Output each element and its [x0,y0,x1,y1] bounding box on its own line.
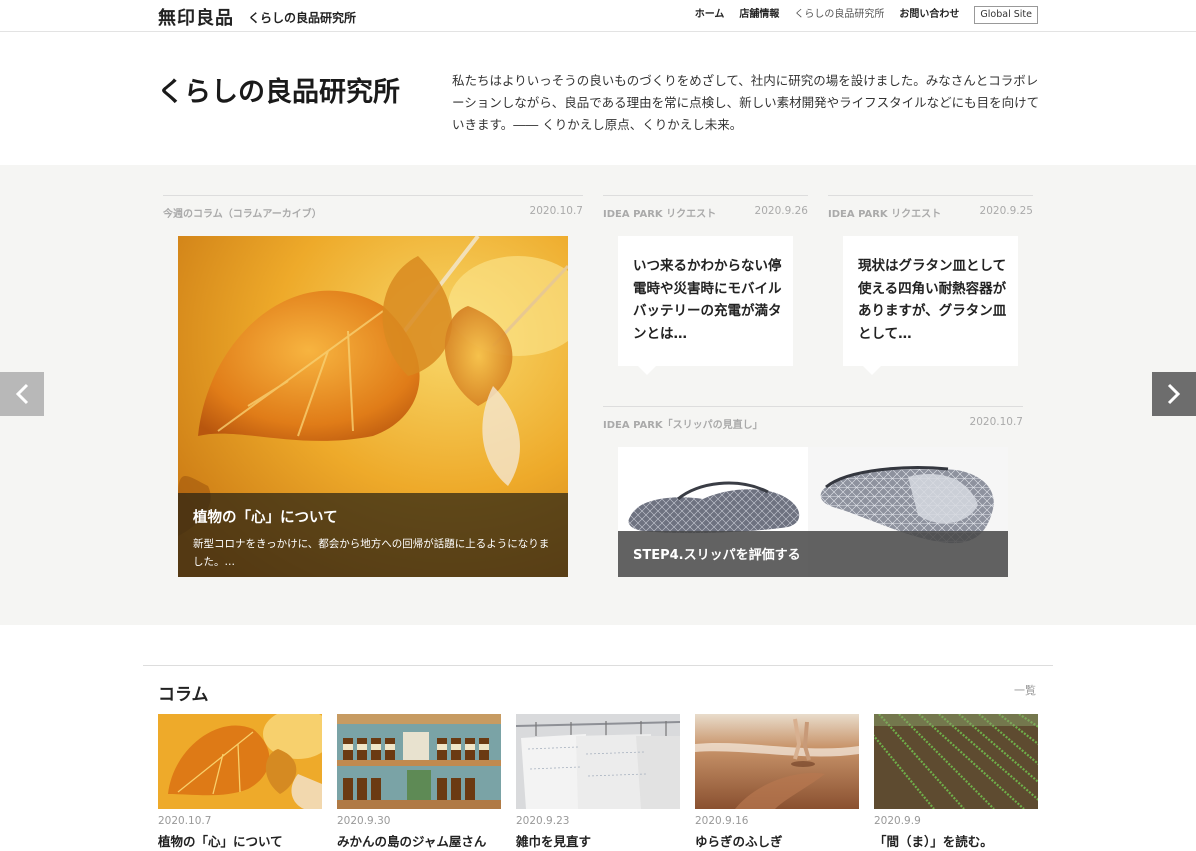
slipper-header: IDEA PARK「スリッパの見直し」 2020.10.7 [603,406,1023,436]
column-thumb-5[interactable] [874,714,1038,809]
featured-column-desc: 新型コロナをきっかけに、都会から地方への回帰が話題に上るようになりました。… [193,538,550,568]
jam-shop-thumbnail [337,714,501,809]
featured-column-card[interactable]: 植物の「心」について 新型コロナをきっかけに、都会から地方への回帰が話題に上るよ… [178,236,568,577]
request-date-2: 2020.9.25 [979,205,1033,217]
featured-column-caption: 植物の「心」について 新型コロナをきっかけに、都会から地方への回帰が話題に上るよ… [178,493,568,577]
carousel-next-button[interactable] [1152,372,1196,416]
muji-logo[interactable]: 無印良品 [158,4,234,30]
column-title-4[interactable]: ゆらぎのふしぎ [695,831,783,850]
site-name[interactable]: くらしの良品研究所 [248,9,356,26]
column-section-title: コラム [158,685,209,705]
request-header-1: IDEA PARK リクエスト 2020.9.26 [603,195,808,225]
column-title-5[interactable]: 「間（ま）」を読む。 [874,831,993,850]
featured-column-title: 植物の「心」について [193,510,338,526]
column-date-5: 2020.9.9 [874,815,921,827]
nav-home[interactable]: ホーム [695,6,725,24]
slipper-date: 2020.10.7 [969,416,1023,428]
column-title-2[interactable]: みかんの島のジャム屋さん [337,831,486,850]
slipper-caption-text: STEP4.スリッパを評価する [633,548,801,563]
column-label[interactable]: 今週のコラム（コラムアーカイブ） [163,205,322,220]
request-label-2[interactable]: IDEA PARK リクエスト [828,205,941,220]
nav-stores[interactable]: 店舗情報 [739,6,779,24]
slipper-caption: STEP4.スリッパを評価する [618,531,1008,577]
carousel-prev-button[interactable] [0,372,44,416]
request-text-2: 現状はグラタン皿として使える四角い耐熱容器がありますが、グラタン皿として… [858,258,1007,342]
chevron-left-icon [0,372,44,416]
global-nav: ホーム 店舗情報 くらしの良品研究所 お問い合わせ Global Site [680,6,1038,24]
request-date-1: 2020.9.26 [754,205,808,217]
beach-thumbnail [695,714,859,809]
cloth-thumbnail [516,714,680,809]
chevron-right-icon [1152,372,1196,416]
request-card-1[interactable]: いつ来るかわからない停電時や災害時にモバイルバッテリーの充電が満タンとは… [618,236,793,375]
column-date: 2020.10.7 [529,205,583,217]
column-date-1: 2020.10.7 [158,815,212,827]
column-list-link[interactable]: 一覧 [1014,682,1036,698]
page-title: くらしの良品研究所 [157,77,400,108]
leaf-thumbnail [158,714,322,809]
slipper-card[interactable]: STEP4.スリッパを評価する [618,447,1008,577]
column-date-2: 2020.9.30 [337,815,391,827]
intro-text: 私たちはよりいっそうの良いものづくりをめざして、社内に研究の場を設けました。みな… [452,73,1040,132]
column-thumb-2[interactable] [337,714,501,809]
column-thumb-1[interactable] [158,714,322,809]
column-title-1[interactable]: 植物の「心」について [158,831,283,850]
slipper-label[interactable]: IDEA PARK「スリッパの見直し」 [603,416,763,431]
top-header: 無印良品 くらしの良品研究所 ホーム 店舗情報 くらしの良品研究所 お問い合わせ… [0,0,1196,32]
global-site-button[interactable]: Global Site [974,6,1038,24]
column-date-4: 2020.9.16 [695,815,749,827]
nav-contact[interactable]: お問い合わせ [899,6,959,24]
rice-field-thumbnail [874,714,1038,809]
nav-lab[interactable]: くらしの良品研究所 [794,6,884,24]
column-thumb-3[interactable] [516,714,680,809]
column-thumb-4[interactable] [695,714,859,809]
request-text-1: いつ来るかわからない停電時や災害時にモバイルバッテリーの充電が満タンとは… [633,258,782,342]
feature-band: 今週のコラム（コラムアーカイブ） 2020.10.7 IDEA PARK リクエ… [0,165,1196,625]
request-header-2: IDEA PARK リクエスト 2020.9.25 [828,195,1033,225]
request-label-1[interactable]: IDEA PARK リクエスト [603,205,716,220]
request-card-2[interactable]: 現状はグラタン皿として使える四角い耐熱容器がありますが、グラタン皿として… [843,236,1018,375]
column-date-3: 2020.9.23 [516,815,570,827]
column-header: 今週のコラム（コラムアーカイブ） 2020.10.7 [163,195,583,225]
section-divider [143,665,1053,666]
column-title-3[interactable]: 雑巾を見直す [516,831,591,850]
